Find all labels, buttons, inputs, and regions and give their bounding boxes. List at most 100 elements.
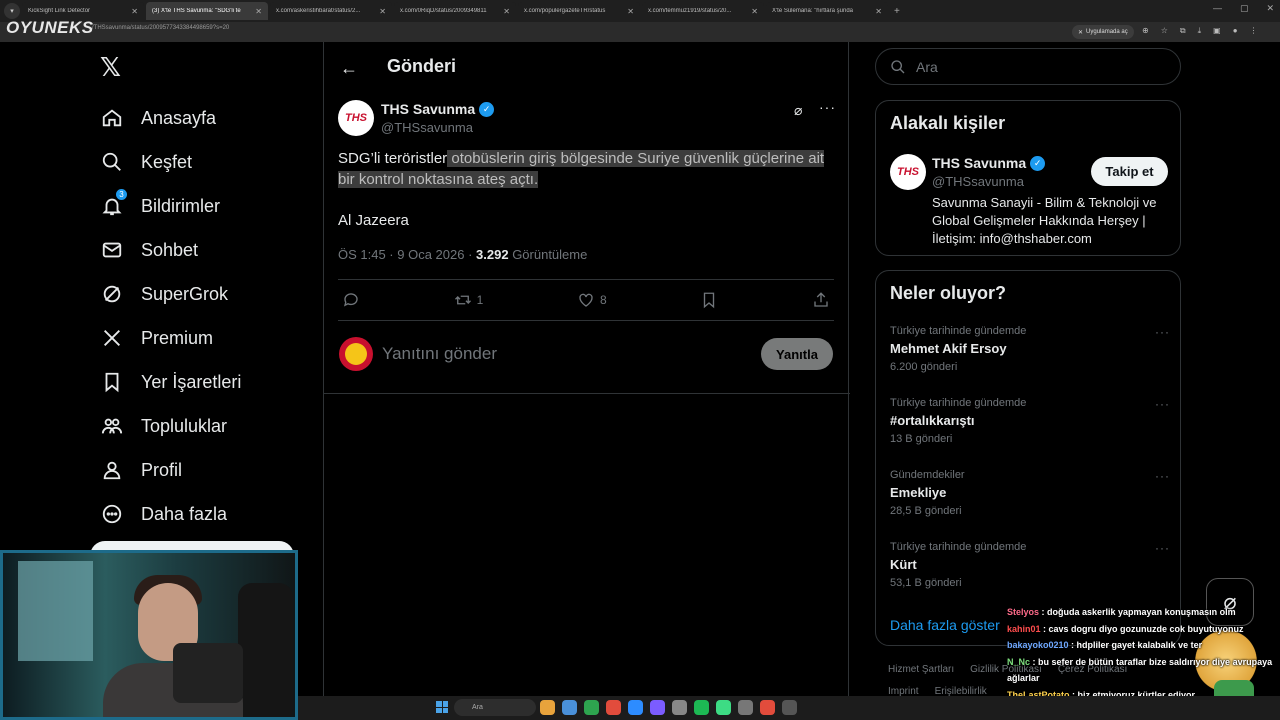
close-tab-icon[interactable]: ✕: [875, 7, 882, 16]
zoom-icon[interactable]: ⊕: [1142, 26, 1149, 36]
taskbar-app-icon[interactable]: [584, 700, 599, 715]
author-name[interactable]: THS Savunma ✓: [381, 101, 495, 117]
taskbar: Ara: [298, 696, 1280, 720]
browser-tab[interactable]: X'te Sülemana: "hırtlara şunda ✕: [766, 2, 888, 20]
tweet-text: SDG’li teröristler otobüslerin giriş böl…: [338, 148, 828, 190]
share-action[interactable]: [812, 291, 830, 309]
sidebar-item-yer-i̇şaretleri[interactable]: Yer İşaretleri: [100, 360, 241, 404]
new-tab-button[interactable]: +: [894, 6, 900, 17]
trend-item[interactable]: Gündemdekiler Emekliye 28,5 B gönderi ···: [890, 469, 1170, 517]
open-in-app-button[interactable]: ✕ Uygulamada aç: [1072, 25, 1134, 39]
url-text[interactable]: /THSsavunma/status/2009577343384498659?s…: [92, 25, 229, 31]
search-icon: [100, 150, 124, 174]
user-avatar[interactable]: [339, 337, 373, 371]
windows-start-icon[interactable]: [436, 701, 448, 713]
tweet-time[interactable]: ÖS 1:45 · 9 Oca 2026 ·: [338, 247, 476, 262]
trend-count: 53,1 B gönderi: [890, 577, 962, 589]
browser-tab[interactable]: x.com/populergazeteTR/status ✕: [518, 2, 640, 20]
show-more-link[interactable]: Daha fazla göster: [890, 617, 1000, 633]
close-tab-icon[interactable]: ✕: [503, 7, 510, 16]
like-action[interactable]: 8: [577, 291, 607, 309]
more-options-icon[interactable]: ···: [1155, 541, 1170, 555]
star-icon[interactable]: ☆: [1161, 26, 1168, 36]
footer-link[interactable]: Hizmet Şartları: [888, 664, 954, 675]
retweet-action[interactable]: 1: [454, 291, 483, 309]
author-avatar[interactable]: THS: [338, 100, 374, 136]
taskbar-app-icon[interactable]: [694, 700, 709, 715]
more-options-icon[interactable]: ···: [1155, 397, 1170, 411]
profile-icon[interactable]: ●: [1233, 26, 1238, 36]
reply-input[interactable]: Yanıtını gönder: [382, 344, 497, 364]
bookmark-action[interactable]: [700, 291, 718, 309]
sidebar-item-label: Profil: [141, 459, 183, 480]
close-tab-icon[interactable]: ✕: [751, 7, 758, 16]
taskbar-app-icon[interactable]: [650, 700, 665, 715]
taskbar-app-icon[interactable]: [716, 700, 731, 715]
trend-name: #ortalıkkarıştı: [890, 413, 975, 428]
follow-button[interactable]: Takip et: [1091, 157, 1168, 186]
taskbar-app-icon[interactable]: [782, 700, 797, 715]
author-handle[interactable]: @THSsavunma: [381, 120, 473, 135]
sidebar-item-label: Premium: [141, 327, 214, 348]
sidebar-item-sohbet[interactable]: Sohbet: [100, 228, 241, 272]
sidebar-item-daha-fazla[interactable]: Daha fazla: [100, 492, 241, 536]
related-avatar[interactable]: THS: [890, 154, 926, 190]
sidebar-item-label: Topluluklar: [141, 415, 228, 436]
split-view-icon[interactable]: ▣: [1213, 26, 1221, 36]
trend-item[interactable]: Türkiye tarihinde gündemde Kürt 53,1 B gön…: [890, 541, 1170, 589]
trend-item[interactable]: Türkiye tarihinde gündemde Mehmet Akif Er…: [890, 325, 1170, 373]
chat-message: ağlarlar: [1007, 670, 1277, 687]
like-count: 8: [600, 293, 607, 307]
sidebar-item-keşfet[interactable]: Keşfet: [100, 140, 241, 184]
minimize-icon[interactable]: —: [1213, 3, 1222, 14]
search-input[interactable]: Ara: [875, 48, 1181, 85]
close-tab-icon[interactable]: ✕: [627, 7, 634, 16]
close-window-icon[interactable]: ✕: [1266, 3, 1274, 14]
grok-icon[interactable]: ⌀: [794, 102, 802, 119]
close-tab-icon[interactable]: ✕: [131, 7, 138, 16]
download-icon[interactable]: ⤓: [1198, 26, 1202, 36]
close-tab-icon[interactable]: ✕: [379, 7, 386, 16]
reply-button[interactable]: Yanıtla: [761, 338, 833, 370]
taskbar-app-icon[interactable]: [562, 700, 577, 715]
browser-tab[interactable]: x.com/temmuz1919/status/20... ✕: [642, 2, 764, 20]
extensions-icon[interactable]: ⧉: [1180, 26, 1186, 36]
taskbar-search[interactable]: Ara: [454, 699, 536, 716]
taskbar-app-icon[interactable]: [628, 700, 643, 715]
menu-icon[interactable]: ⋮: [1250, 26, 1258, 36]
sidebar-item-premium[interactable]: Premium: [100, 316, 241, 360]
sidebar-item-supergrok[interactable]: SuperGrok: [100, 272, 241, 316]
related-name[interactable]: THS Savunma ✓: [932, 155, 1046, 171]
taskbar-app-icon[interactable]: [540, 700, 555, 715]
maximize-icon[interactable]: ▢: [1240, 3, 1249, 14]
author-name-text: THS Savunma: [381, 101, 476, 117]
tab-menu-icon[interactable]: ▾: [4, 3, 20, 19]
more-options-icon[interactable]: ···: [1155, 469, 1170, 483]
tweet-text-plain: SDG’li teröristler: [338, 150, 448, 167]
page-title: Gönderi: [387, 56, 457, 76]
sidebar-item-anasayfa[interactable]: Anasayfa: [100, 96, 241, 140]
close-tab-icon[interactable]: ✕: [255, 7, 262, 16]
browser-tab[interactable]: x.com/0RiqD/status/2009349811 ✕: [394, 2, 516, 20]
x-logo-icon[interactable]: 𝕏: [100, 54, 126, 80]
trend-item[interactable]: Türkiye tarihinde gündemde #ortalıkkarışt…: [890, 397, 1170, 445]
sidebar-item-topluluklar[interactable]: Topluluklar: [100, 404, 241, 448]
notification-badge: 3: [115, 188, 128, 201]
more-options-icon[interactable]: ···: [819, 99, 836, 115]
chat-username: N_Nc: [1007, 656, 1031, 667]
browser-tab[interactable]: x.com/askeristihbarat/status/2... ✕: [270, 2, 392, 20]
back-arrow-icon[interactable]: ←: [340, 58, 358, 79]
browser-tab[interactable]: (3) X'te THS Savunma: "SDG'li te ✕: [146, 2, 268, 20]
sidebar-item-profil[interactable]: Profil: [100, 448, 241, 492]
taskbar-app-icon[interactable]: [606, 700, 621, 715]
taskbar-app-icon[interactable]: [760, 700, 775, 715]
taskbar-app-icon[interactable]: [672, 700, 687, 715]
browser-toolbar-icons: ⊕ ☆ ⧉ ⤓ ▣ ● ⋮: [1142, 26, 1258, 36]
taskbar-app-icon[interactable]: [738, 700, 753, 715]
tab-title: x.com/0RiqD/status/2009349811: [400, 8, 487, 14]
home-icon: [100, 106, 124, 130]
sidebar-item-bildirimler[interactable]: 3 Bildirimler: [100, 184, 241, 228]
reply-action[interactable]: [342, 291, 360, 309]
more-options-icon[interactable]: ···: [1155, 325, 1170, 339]
related-handle[interactable]: @THSsavunma: [932, 174, 1024, 189]
